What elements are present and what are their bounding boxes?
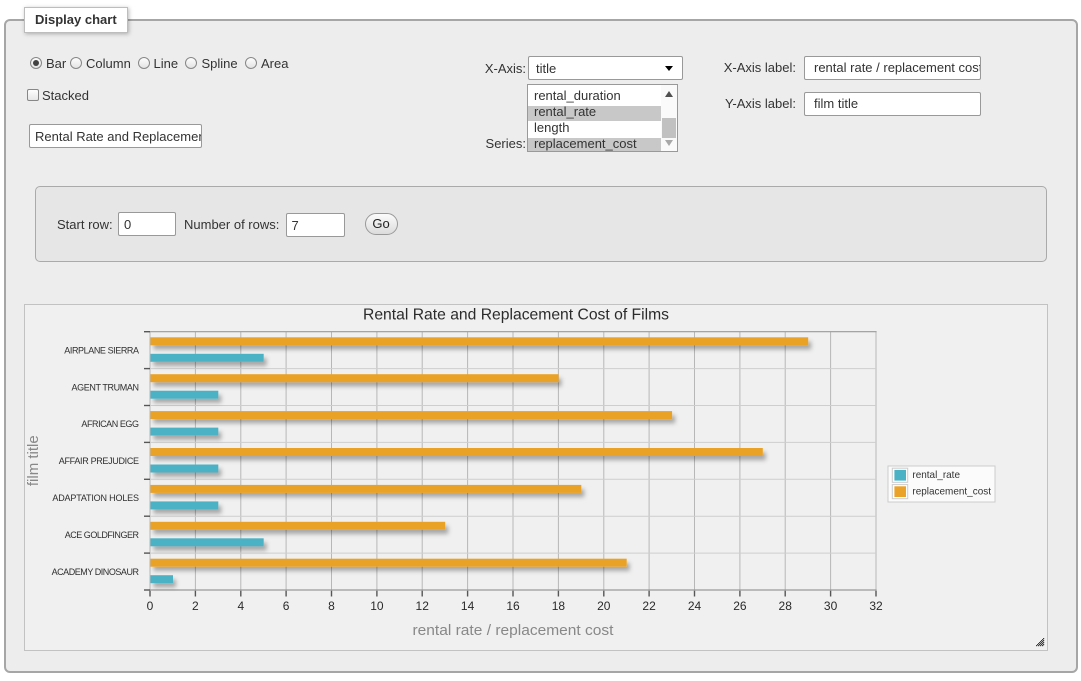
- svg-text:20: 20: [597, 599, 611, 613]
- svg-text:AFRICAN EGG: AFRICAN EGG: [81, 419, 139, 429]
- svg-text:6: 6: [283, 599, 290, 613]
- svg-text:4: 4: [237, 599, 244, 613]
- svg-text:AIRPLANE SIERRA: AIRPLANE SIERRA: [64, 345, 139, 355]
- svg-text:ACADEMY DINOSAUR: ACADEMY DINOSAUR: [52, 567, 140, 577]
- svg-text:8: 8: [328, 599, 335, 613]
- svg-text:22: 22: [642, 599, 656, 613]
- svg-text:Rental Rate and Replacement Co: Rental Rate and Replacement Cost of Film…: [363, 307, 669, 324]
- svg-text:0: 0: [147, 599, 154, 613]
- svg-text:film title: film title: [25, 435, 42, 486]
- svg-text:16: 16: [506, 599, 520, 613]
- svg-text:ADAPTATION HOLES: ADAPTATION HOLES: [52, 493, 139, 503]
- svg-text:14: 14: [461, 599, 475, 613]
- svg-text:32: 32: [869, 599, 883, 613]
- svg-text:rental_rate: rental_rate: [912, 469, 960, 481]
- svg-text:28: 28: [779, 599, 793, 613]
- svg-text:10: 10: [370, 599, 384, 613]
- svg-text:30: 30: [824, 599, 838, 613]
- svg-text:26: 26: [733, 599, 747, 613]
- svg-text:AGENT TRUMAN: AGENT TRUMAN: [72, 382, 140, 392]
- svg-text:18: 18: [552, 599, 566, 613]
- svg-text:12: 12: [416, 599, 430, 613]
- svg-text:ACE GOLDFINGER: ACE GOLDFINGER: [65, 530, 140, 540]
- svg-text:24: 24: [688, 599, 702, 613]
- svg-text:replacement_cost: replacement_cost: [912, 486, 991, 498]
- svg-text:AFFAIR PREJUDICE: AFFAIR PREJUDICE: [59, 456, 139, 466]
- svg-text:rental rate / replacement cost: rental rate / replacement cost: [413, 622, 615, 639]
- svg-text:2: 2: [192, 599, 199, 613]
